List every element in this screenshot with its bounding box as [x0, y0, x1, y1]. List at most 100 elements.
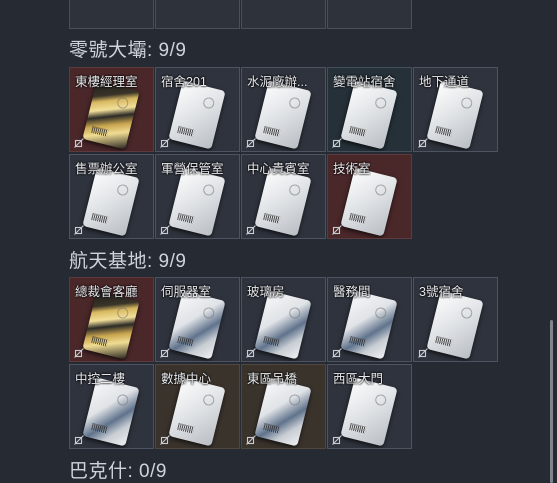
section-title-zero-dam: 零號大壩: 9/9 — [69, 40, 187, 61]
keycard-image — [82, 377, 140, 447]
keycard-grid-zero-dam: 東樓經理室 宿舍201 水泥廠辦... 變電站宿舍 地下通道售票辦公室 軍營保管室 中心貴賓… — [69, 67, 498, 239]
previous-section-grid-row — [69, 0, 413, 29]
keycard-barcode — [177, 422, 195, 434]
unbound-key-icon — [418, 348, 428, 358]
unbound-key-icon — [74, 348, 84, 358]
keycard-slot[interactable]: 宿舍201 — [155, 67, 240, 152]
keycard-barcode — [349, 125, 367, 137]
keycard-barcode — [435, 125, 453, 137]
section-title-bakhsh: 巴克什: 0/9 — [69, 461, 167, 482]
keycard-image — [254, 377, 312, 447]
unbound-key-icon — [74, 138, 84, 148]
unbound-key-icon — [246, 348, 256, 358]
grid-cell — [241, 0, 326, 29]
keycard-chip — [374, 96, 388, 110]
keycard-label: 變電站宿舍 — [333, 75, 396, 89]
keycard-slot[interactable]: 玻璃房 — [241, 277, 326, 362]
keycard-chip — [116, 183, 130, 197]
keycard-label: 玻璃房 — [247, 285, 285, 299]
keycard-chip — [202, 183, 216, 197]
grid-cell — [69, 0, 154, 29]
keycard-image — [254, 80, 312, 150]
keycard-image — [168, 290, 226, 360]
keycard-slot[interactable]: 東區吊橋 — [241, 364, 326, 449]
keycard-label: 地下通道 — [419, 75, 470, 89]
keycard-slot[interactable]: 西區大門 — [327, 364, 412, 449]
keycard-slot[interactable]: 3號宿舍 — [413, 277, 498, 362]
grid-cell — [327, 0, 412, 29]
keycard-image — [82, 80, 140, 150]
keycard-barcode — [435, 335, 453, 347]
keycard-slot[interactable]: 售票辦公室 — [69, 154, 154, 239]
keycard-slot[interactable]: 中心貴賓室 — [241, 154, 326, 239]
keycard-chip — [116, 306, 130, 320]
keycard-slot[interactable]: 數據中心 — [155, 364, 240, 449]
keycard-label: 數據中心 — [161, 372, 212, 386]
keycard-slot[interactable]: 中控二樓 — [69, 364, 154, 449]
keycard-barcode — [263, 422, 281, 434]
keycard-slot[interactable]: 地下通道 — [413, 67, 498, 152]
keycard-label: 東樓經理室 — [75, 75, 138, 89]
keycard-slot[interactable]: 變電站宿舍 — [327, 67, 412, 152]
keycard-image — [426, 80, 484, 150]
keycard-image — [254, 290, 312, 360]
unbound-key-icon — [160, 225, 170, 235]
unbound-key-icon — [332, 348, 342, 358]
keycard-image — [168, 80, 226, 150]
keycard-image — [168, 377, 226, 447]
keycard-barcode — [349, 422, 367, 434]
keycard-label: 中心貴賓室 — [247, 162, 310, 176]
unbound-key-icon — [160, 138, 170, 148]
keycard-slot[interactable]: 伺服器室 — [155, 277, 240, 362]
keycard-label: 宿舍201 — [161, 75, 207, 89]
keycard-image — [340, 290, 398, 360]
keycard-image — [168, 167, 226, 237]
unbound-key-icon — [246, 435, 256, 445]
keycard-barcode — [177, 335, 195, 347]
keycard-label: 售票辦公室 — [75, 162, 138, 176]
unbound-key-icon — [418, 138, 428, 148]
keycard-barcode — [91, 335, 109, 347]
keycard-chip — [202, 393, 216, 407]
keycard-label: 總裁會客廳 — [75, 285, 138, 299]
keycard-label: 東區吊橋 — [247, 372, 298, 386]
keycard-chip — [116, 96, 130, 110]
keycard-chip — [374, 183, 388, 197]
keycard-chip — [374, 393, 388, 407]
keycard-label: 西區大門 — [333, 372, 384, 386]
keycard-label: 中控二樓 — [75, 372, 126, 386]
keycard-chip — [460, 306, 474, 320]
keycard-image — [426, 290, 484, 360]
keycard-barcode — [177, 125, 195, 137]
keycard-slot[interactable]: 水泥廠辦... — [241, 67, 326, 152]
keycard-slot[interactable]: 技術室 — [327, 154, 412, 239]
keycard-barcode — [263, 212, 281, 224]
unbound-key-icon — [332, 435, 342, 445]
keycard-label: 3號宿舍 — [419, 285, 464, 299]
keycard-chip — [288, 393, 302, 407]
keycard-image — [254, 167, 312, 237]
keycard-chip — [202, 306, 216, 320]
keycard-barcode — [263, 335, 281, 347]
scrollbar-thumb[interactable] — [550, 320, 553, 483]
keycard-barcode — [177, 212, 195, 224]
unbound-key-icon — [74, 225, 84, 235]
keycard-grid-space-base: 總裁會客廳 伺服器室 玻璃房 醫務間 3號宿舍中控二樓 數據中心 東區吊橋 西區大門 — [69, 277, 498, 449]
keycard-slot[interactable]: 東樓經理室 — [69, 67, 154, 152]
keycard-label: 伺服器室 — [161, 285, 212, 299]
keycard-slot[interactable]: 醫務間 — [327, 277, 412, 362]
keycard-chip — [460, 96, 474, 110]
unbound-key-icon — [160, 435, 170, 445]
unbound-key-icon — [332, 138, 342, 148]
keycard-label: 軍營保管室 — [161, 162, 224, 176]
keycard-label: 醫務間 — [333, 285, 371, 299]
keycard-chip — [202, 96, 216, 110]
unbound-key-icon — [246, 138, 256, 148]
grid-cell — [155, 0, 240, 29]
keycard-slot[interactable]: 總裁會客廳 — [69, 277, 154, 362]
keycard-chip — [116, 393, 130, 407]
keycard-barcode — [91, 125, 109, 137]
keycard-barcode — [91, 422, 109, 434]
keycard-slot[interactable]: 軍營保管室 — [155, 154, 240, 239]
keycard-image — [340, 80, 398, 150]
